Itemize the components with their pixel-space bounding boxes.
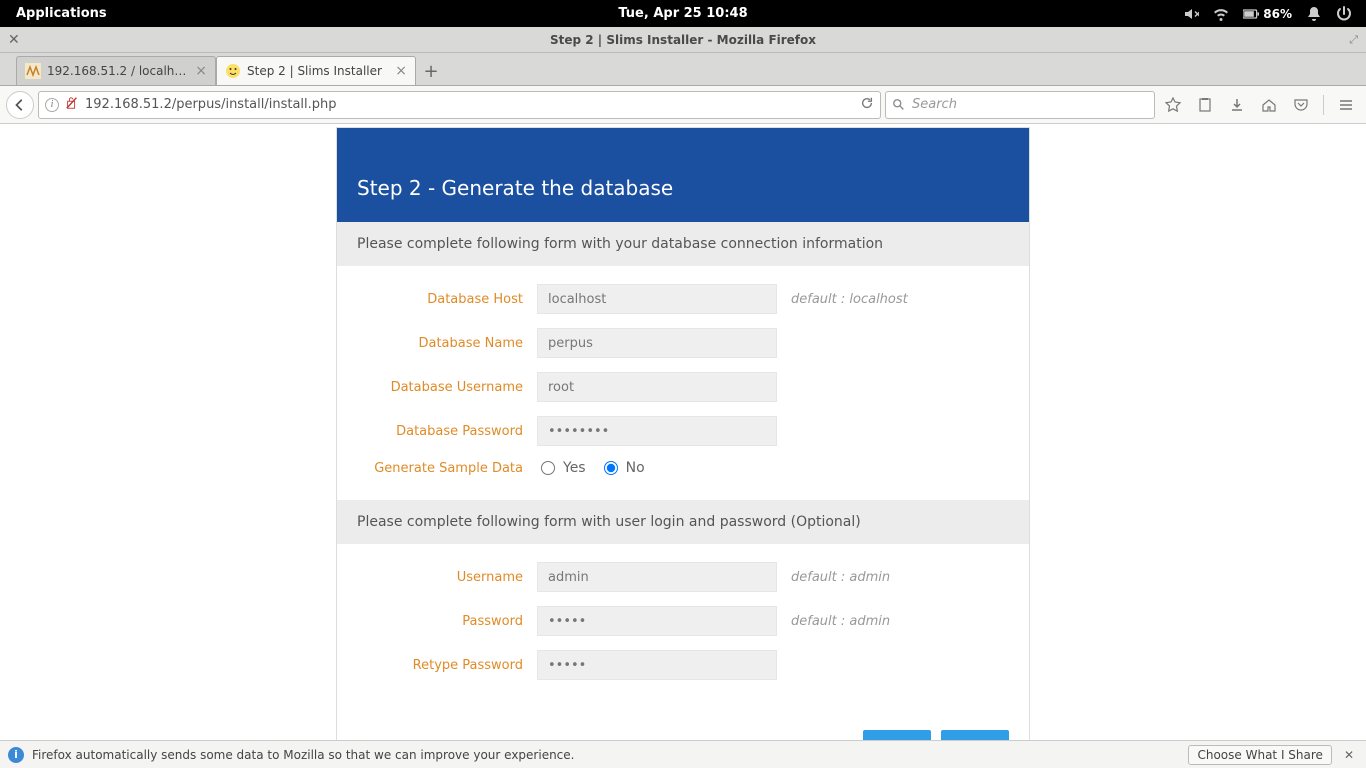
window-title: Step 2 | Slims Installer - Mozilla Firef… — [550, 33, 816, 47]
input-db-user[interactable] — [537, 372, 777, 402]
home-icon[interactable] — [1255, 91, 1283, 119]
input-username[interactable] — [537, 562, 777, 592]
installer-footer: BACK NEXT — [337, 704, 1029, 740]
window-close-button[interactable]: ✕ — [0, 32, 28, 48]
radio-label-yes: Yes — [563, 460, 586, 476]
bookmark-star-icon[interactable] — [1159, 91, 1187, 119]
label-db-host: Database Host — [357, 292, 537, 307]
input-retype-password[interactable] — [537, 650, 777, 680]
search-icon — [892, 98, 906, 112]
url-text: 192.168.51.2/perpus/install/install.php — [85, 97, 854, 112]
info-text: Firefox automatically sends some data to… — [32, 748, 574, 762]
form-user: Username default : admin Password defaul… — [337, 544, 1029, 704]
input-db-name[interactable] — [537, 328, 777, 358]
choose-share-button[interactable]: Choose What I Share — [1188, 745, 1331, 765]
tab-label: Step 2 | Slims Installer — [247, 64, 389, 78]
window-restore-button[interactable]: ⤢ — [1349, 33, 1358, 47]
tab-slims-installer[interactable]: Step 2 | Slims Installer × — [216, 56, 416, 85]
section-user-info: Please complete following form with user… — [337, 500, 1029, 544]
hint-password: default : admin — [791, 614, 890, 629]
back-button[interactable] — [6, 91, 34, 119]
reload-button[interactable] — [860, 96, 874, 114]
label-db-name: Database Name — [357, 336, 537, 351]
tab-label: 192.168.51.2 / localhost | p — [47, 64, 189, 78]
tab-close-icon[interactable]: × — [195, 63, 207, 79]
info-bar: i Firefox automatically sends some data … — [0, 740, 1366, 768]
tab-phpmyadmin[interactable]: 192.168.51.2 / localhost | p × — [16, 56, 216, 85]
radio-sample-yes[interactable] — [541, 461, 555, 475]
label-db-user: Database Username — [357, 380, 537, 395]
form-database: Database Host default : localhost Databa… — [337, 266, 1029, 500]
new-tab-button[interactable]: + — [416, 57, 446, 85]
hint-db-host: default : localhost — [791, 292, 908, 307]
system-tray: 86% — [1183, 6, 1366, 22]
section-db-info: Please complete following form with your… — [337, 222, 1029, 266]
label-password: Password — [357, 614, 537, 629]
radio-label-no: No — [626, 460, 645, 476]
input-db-pass[interactable] — [537, 416, 777, 446]
window-titlebar: ✕ Step 2 | Slims Installer - Mozilla Fir… — [0, 27, 1366, 53]
dismiss-icon[interactable]: ✕ — [1340, 748, 1358, 762]
favicon-slims — [225, 63, 241, 79]
label-db-pass: Database Password — [357, 424, 537, 439]
wifi-icon[interactable] — [1213, 6, 1229, 22]
tab-close-icon[interactable]: × — [395, 63, 407, 79]
hint-username: default : admin — [791, 570, 890, 585]
applications-menu[interactable]: Applications — [0, 6, 107, 21]
label-retype-password: Retype Password — [357, 658, 537, 673]
radio-sample-no[interactable] — [604, 461, 618, 475]
info-icon: i — [8, 747, 24, 763]
menu-icon[interactable] — [1332, 91, 1360, 119]
clipboard-icon[interactable] — [1191, 91, 1219, 119]
clock[interactable]: Tue, Apr 25 10:48 — [618, 6, 747, 21]
url-bar[interactable]: i 192.168.51.2/perpus/install/install.ph… — [38, 91, 881, 119]
back-button-form[interactable]: BACK — [863, 730, 931, 740]
installer-panel: Step 2 - Generate the database Please co… — [336, 127, 1030, 740]
input-db-host[interactable] — [537, 284, 777, 314]
next-button[interactable]: NEXT — [941, 730, 1009, 740]
identity-info-icon[interactable]: i — [45, 98, 59, 112]
notifications-icon[interactable] — [1306, 6, 1322, 22]
search-placeholder: Search — [912, 97, 957, 112]
nav-toolbar: i 192.168.51.2/perpus/install/install.ph… — [0, 86, 1366, 124]
battery-indicator[interactable]: 86% — [1243, 6, 1292, 22]
pocket-icon[interactable] — [1287, 91, 1315, 119]
input-password[interactable] — [537, 606, 777, 636]
tab-strip: 192.168.51.2 / localhost | p × Step 2 | … — [0, 53, 1366, 86]
search-bar[interactable]: Search — [885, 91, 1155, 119]
installer-heading: Step 2 - Generate the database — [337, 128, 1029, 222]
downloads-icon[interactable] — [1223, 91, 1251, 119]
power-icon[interactable] — [1336, 6, 1352, 22]
page-viewport: Step 2 - Generate the database Please co… — [0, 124, 1366, 740]
separator — [1323, 95, 1324, 115]
gnome-top-bar: Applications Tue, Apr 25 10:48 86% — [0, 0, 1366, 27]
permissions-icon[interactable] — [65, 96, 79, 114]
favicon-phpmyadmin — [25, 63, 41, 79]
label-username: Username — [357, 570, 537, 585]
volume-muted-icon[interactable] — [1183, 6, 1199, 22]
label-sample-data: Generate Sample Data — [357, 461, 537, 476]
